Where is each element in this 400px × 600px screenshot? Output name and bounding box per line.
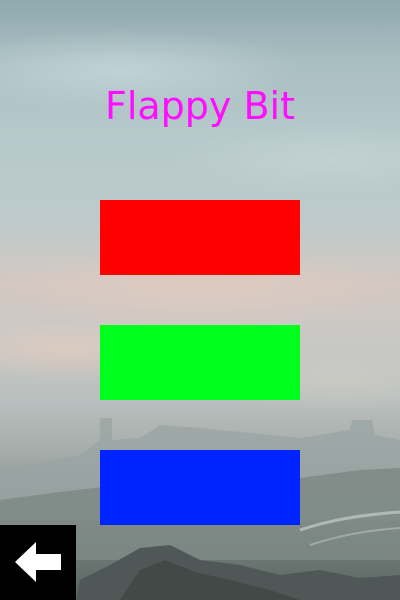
green-button[interactable]: [100, 325, 300, 400]
red-button[interactable]: [100, 200, 300, 275]
arrow-left-icon: [15, 542, 61, 582]
game-title: Flappy Bit: [104, 84, 296, 128]
blue-button[interactable]: [100, 450, 300, 525]
back-button[interactable]: [0, 525, 76, 600]
